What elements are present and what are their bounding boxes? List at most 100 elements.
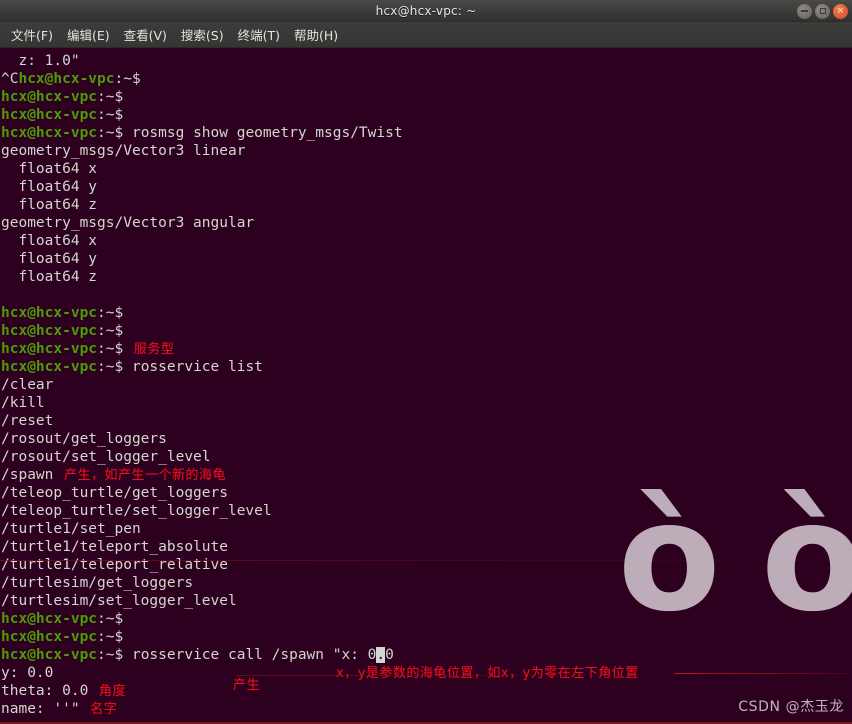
window-controls: × [797, 0, 848, 22]
terminal-prompt-line: hcx@hcx-vpc:~$ [1, 610, 852, 628]
terminal-output-line: /kill [1, 394, 852, 412]
minimize-icon[interactable] [797, 3, 812, 19]
command-text: rosservice list [123, 359, 263, 375]
window-titlebar: hcx@hcx-vpc: ~ × [0, 0, 852, 22]
terminal-output-area[interactable]: z: 1.0" ^Chcx@hcx-vpc:~$ hcx@hcx-vpc:~$ hcx… [0, 48, 852, 724]
terminal-prompt-line: ^Chcx@hcx-vpc:~$ [1, 70, 852, 88]
terminal-output-line: float64 z [1, 196, 852, 214]
interrupt-marker: ^C [1, 71, 19, 87]
prompt-user-host: hcx@hcx-vpc [1, 107, 98, 123]
command-text: rosservice call /spawn "x: 0 [123, 647, 377, 663]
maximize-icon[interactable] [815, 3, 830, 19]
text-cursor[interactable]: . [376, 647, 386, 663]
annotation-pointer-line-tertiary [0, 560, 852, 561]
prompt-path-symbol: :~$ [97, 341, 124, 357]
terminal-output-line: /turtlesim/set_logger_level [1, 592, 852, 610]
terminal-output-line: float64 y [1, 250, 852, 268]
prompt-path-symbol: :~$ [97, 611, 124, 627]
output-text: /turtlesim/get_loggers [1, 575, 194, 591]
terminal-output-line: /turtle1/set_pen [1, 520, 852, 538]
output-text: float64 x [1, 233, 98, 249]
annotation-pointer-line [674, 673, 850, 674]
prompt-user-host: hcx@hcx-vpc [1, 629, 98, 645]
terminal-output-line: float64 x [1, 232, 852, 250]
output-text: geometry_msgs/Vector3 linear [1, 143, 246, 159]
menu-item-view[interactable]: 查看(V) [117, 22, 174, 47]
output-text: /turtle1/set_pen [1, 521, 141, 537]
terminal-output-line: /rosout/set_logger_level [1, 448, 852, 466]
terminal-output-line: /rosout/get_loggers [1, 430, 852, 448]
prompt-user-host: hcx@hcx-vpc [1, 89, 98, 105]
output-text: /reset [1, 413, 54, 429]
terminal-prompt-line: hcx@hcx-vpc:~$ rosservice list [1, 358, 852, 376]
terminal-output-line: geometry_msgs/Vector3 linear [1, 142, 852, 160]
prompt-path-symbol: :~$ [97, 125, 124, 141]
output-text: /teleop_turtle/get_loggers [1, 485, 228, 501]
terminal-prompt-line: hcx@hcx-vpc:~$ rosmsg show geometry_msgs… [1, 124, 852, 142]
output-text: /rosout/set_logger_level [1, 449, 211, 465]
terminal-output-line: /teleop_turtle/set_logger_level [1, 502, 852, 520]
close-icon[interactable]: × [833, 3, 848, 19]
prompt-path-symbol: :~$ [114, 71, 141, 87]
minus-glyph [801, 10, 808, 12]
output-text: float64 z [1, 197, 98, 213]
annotation-xy-note: x，y是参数的海龟位置，如x，y为零在左下角位置 [336, 666, 639, 681]
output-text: float64 y [1, 179, 98, 195]
output-text: float64 z [1, 269, 98, 285]
terminal-output-line: z: 1.0" [1, 52, 852, 70]
terminal-output-line: /turtle1/teleport_relative [1, 556, 852, 574]
annotation-red: 名字 [85, 702, 118, 717]
terminal-output-line: name: ''" 名字 [1, 700, 852, 718]
window-title: hcx@hcx-vpc: ~ [375, 3, 477, 18]
menu-item-help[interactable]: 帮助(H) [287, 22, 345, 47]
menu-item-file[interactable]: 文件(F) [4, 22, 60, 47]
output-text: float64 x [1, 161, 98, 177]
square-glyph [819, 8, 826, 14]
terminal-output-line: /turtlesim/get_loggers [1, 574, 852, 592]
terminal-output-line: float64 x [1, 160, 852, 178]
prompt-path-symbol: :~$ [97, 647, 124, 663]
prompt-user-host: hcx@hcx-vpc [1, 647, 98, 663]
prompt-path-symbol: :~$ [97, 89, 124, 105]
output-text: name: ''" [1, 701, 80, 717]
terminal-output-line: geometry_msgs/Vector3 angular [1, 214, 852, 232]
terminal-prompt-line: hcx@hcx-vpc:~$ [1, 304, 852, 322]
output-text: geometry_msgs/Vector3 angular [1, 215, 255, 231]
output-text: /turtlesim/set_logger_level [1, 593, 237, 609]
output-text: /rosout/get_loggers [1, 431, 167, 447]
output-text: z: 1.0" [1, 53, 80, 69]
terminal-window: hcx@hcx-vpc: ~ × 文件(F) 编辑(E) 查看(V) 搜索(S)… [0, 0, 852, 724]
output-text: /spawn [1, 467, 54, 483]
terminal-output-line: /turtle1/teleport_absolute [1, 538, 852, 556]
prompt-user-host: hcx@hcx-vpc [18, 71, 115, 87]
prompt-user-host: hcx@hcx-vpc [1, 611, 98, 627]
annotation-red: 服务型 [129, 342, 175, 357]
output-text: /kill [1, 395, 45, 411]
command-text: rosmsg show geometry_msgs/Twist [123, 125, 403, 141]
terminal-output-line: float64 y [1, 178, 852, 196]
terminal-prompt-line: hcx@hcx-vpc:~$ [1, 628, 852, 646]
output-text: /turtle1/teleport_absolute [1, 539, 228, 555]
terminal-output-line: float64 z [1, 268, 852, 286]
menu-item-search[interactable]: 搜索(S) [174, 22, 231, 47]
output-text: theta: 0.0 [1, 683, 89, 699]
prompt-path-symbol: :~$ [97, 107, 124, 123]
terminal-output-line: /teleop_turtle/get_loggers [1, 484, 852, 502]
prompt-user-host: hcx@hcx-vpc [1, 125, 98, 141]
output-text: y: 0.0 [1, 665, 54, 681]
prompt-path-symbol: :~$ [97, 359, 124, 375]
menu-item-terminal[interactable]: 终端(T) [231, 22, 287, 47]
terminal-prompt-line: hcx@hcx-vpc:~$ [1, 322, 852, 340]
output-text: /clear [1, 377, 54, 393]
menu-item-edit[interactable]: 编辑(E) [60, 22, 117, 47]
annotation-pointer-line-secondary [236, 675, 666, 676]
terminal-output-line: /clear [1, 376, 852, 394]
menubar: 文件(F) 编辑(E) 查看(V) 搜索(S) 终端(T) 帮助(H) [0, 22, 852, 48]
prompt-path-symbol: :~$ [97, 305, 124, 321]
command-text-after-cursor: 0 [385, 647, 394, 663]
terminal-output-line: theta: 0.0 角度 [1, 682, 852, 700]
prompt-user-host: hcx@hcx-vpc [1, 305, 98, 321]
terminal-output-line: /spawn 产生，如产生一个新的海龟 [1, 466, 852, 484]
terminal-prompt-line: hcx@hcx-vpc:~$ 服务型 [1, 340, 852, 358]
